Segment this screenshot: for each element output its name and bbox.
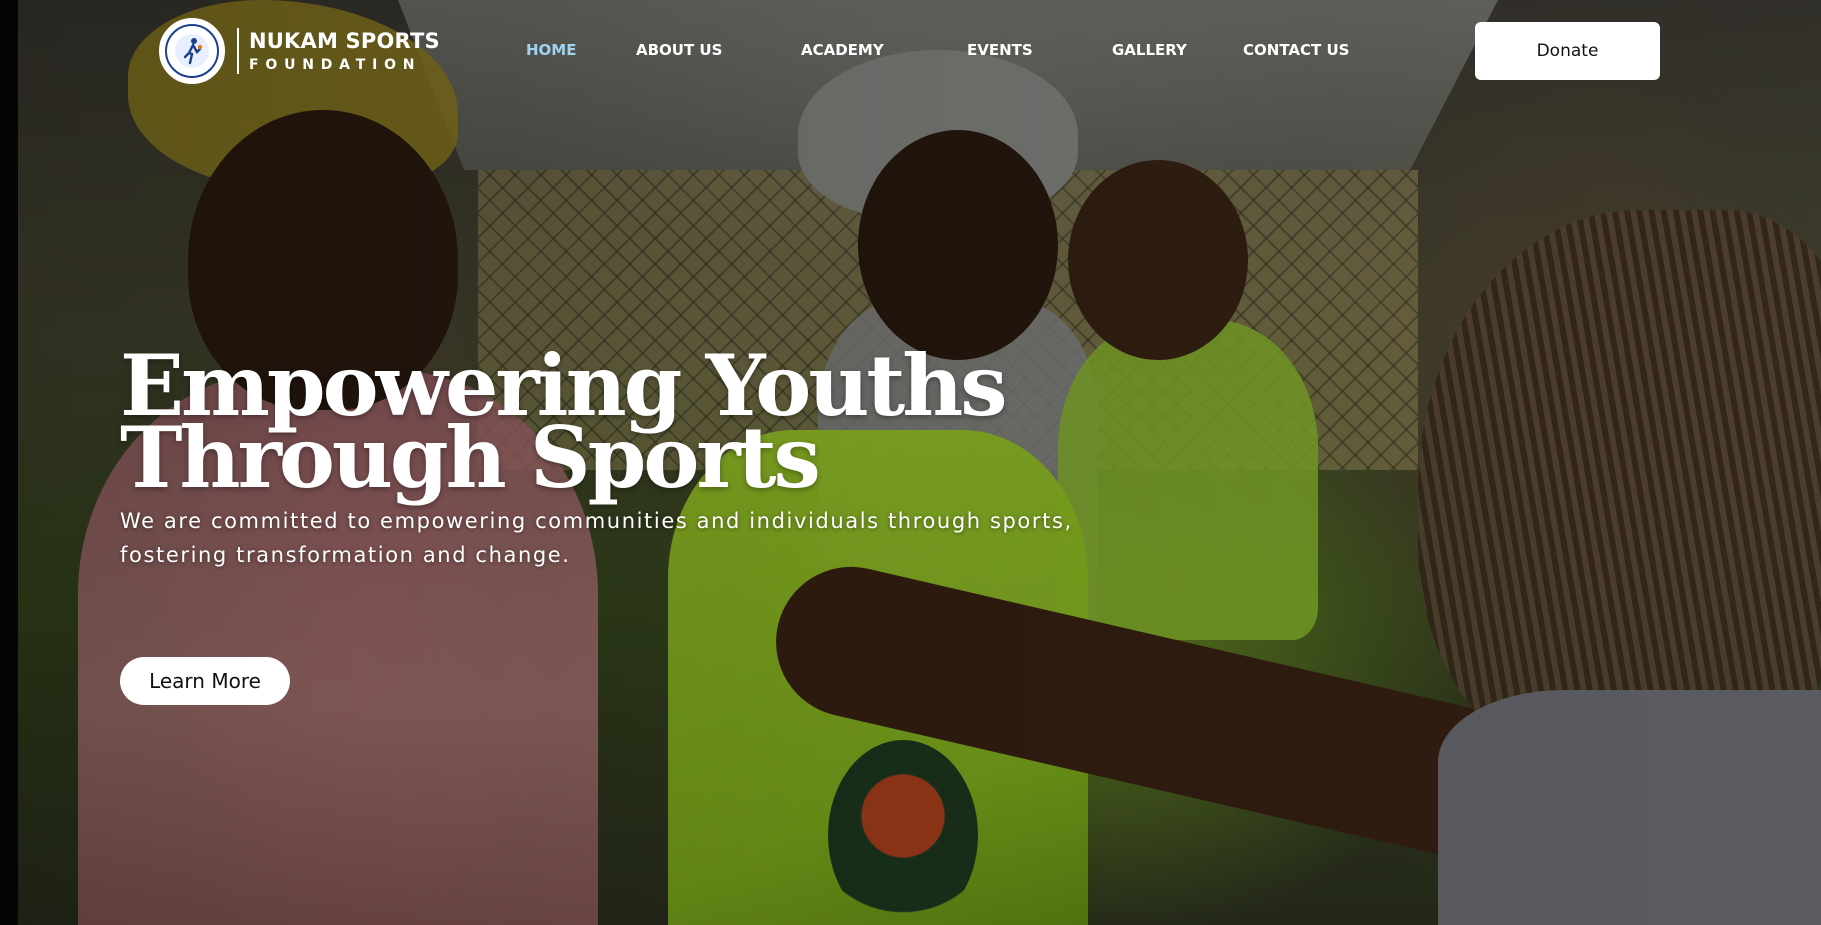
hero-section: Empowering Youths Through Sports We are …	[120, 344, 1120, 572]
logo-badge-inner	[175, 34, 209, 68]
logo-wordmark: NUKAM SPORTS FOUNDATION	[249, 28, 440, 73]
logo-name: NUKAM SPORTS	[249, 28, 440, 53]
basketball-player-icon	[183, 38, 203, 65]
hero-title: Empowering Youths Through Sports	[120, 344, 1020, 500]
hero-description-line-2: fostering transformation and change.	[120, 543, 571, 567]
nav-academy[interactable]: ACADEMY	[801, 41, 884, 59]
nav-gallery[interactable]: GALLERY	[1112, 41, 1187, 59]
logo-subtitle: FOUNDATION	[249, 56, 422, 73]
hero-description: We are committed to empowering communiti…	[120, 504, 1120, 572]
left-edge-strip	[0, 0, 18, 925]
page: NUKAM SPORTS FOUNDATION HOME ABOUT US AC…	[0, 0, 1821, 925]
hero-title-line-2: Through Sports	[120, 408, 821, 507]
site-header: NUKAM SPORTS FOUNDATION HOME ABOUT US AC…	[0, 0, 1821, 100]
site-logo[interactable]: NUKAM SPORTS FOUNDATION	[159, 17, 440, 85]
learn-more-button[interactable]: Learn More	[120, 657, 290, 705]
logo-badge	[159, 18, 225, 84]
nav-contact-us[interactable]: CONTACT US	[1243, 41, 1349, 59]
logo-badge-ring	[165, 24, 219, 78]
nav-home[interactable]: HOME	[526, 41, 576, 59]
hero-description-line-1: We are committed to empowering communiti…	[120, 509, 1073, 533]
nav-about-us[interactable]: ABOUT US	[636, 41, 722, 59]
logo-divider	[237, 28, 239, 74]
donate-button[interactable]: Donate	[1475, 22, 1660, 80]
nav-events[interactable]: EVENTS	[967, 41, 1033, 59]
